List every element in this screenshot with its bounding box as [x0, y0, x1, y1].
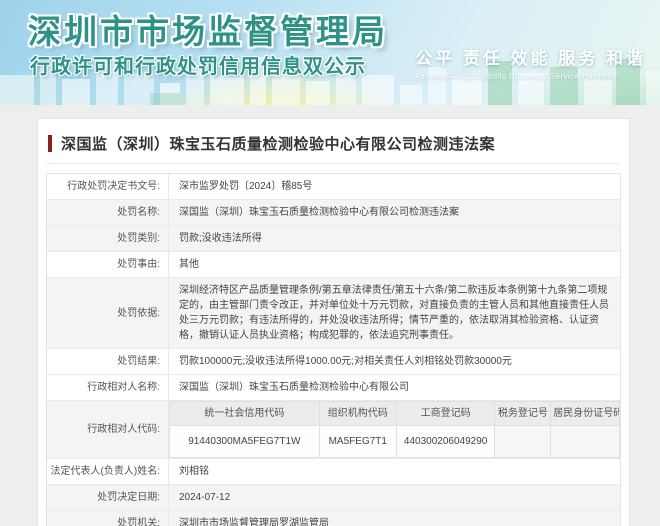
row-label: 处罚决定日期:	[47, 485, 169, 510]
content-card: 深国监（深圳）珠宝玉石质量检测检验中心有限公司检测违法案 行政处罚决定书文号:深…	[37, 118, 630, 526]
codes-header: 税务登记号	[495, 402, 551, 426]
row-value: 刘相铭	[169, 459, 620, 484]
codes-header: 工商登记码	[396, 402, 495, 426]
table-row: 处罚名称:深国监（深圳）珠宝玉石质量检测检验中心有限公司检测违法案	[47, 200, 620, 226]
case-title-row: 深国监（深圳）珠宝玉石质量检测检验中心有限公司检测违法案	[46, 125, 621, 164]
codes-table: 统一社会信用代码组织机构代码工商登记码税务登记号居民身份证号码 91440300M…	[169, 401, 620, 458]
row-label: 行政相对人代码:	[47, 401, 169, 458]
penalty-table: 行政处罚决定书文号:深市监罗处罚〔2024〕稽85号处罚名称:深国监（深圳）珠宝…	[46, 173, 621, 526]
table-row: 处罚类别:罚款;没收违法所得	[47, 226, 620, 252]
page-title: 深国监（深圳）珠宝玉石质量检测检验中心有限公司检测违法案	[61, 133, 495, 154]
red-accent-bar	[48, 135, 52, 152]
codes-header: 统一社会信用代码	[170, 402, 320, 426]
site-banner: 深圳市市场监督管理局 行政许可和行政处罚信用信息双公示 公平 责任 效能 服务 …	[0, 0, 660, 105]
table-row: 处罚事由:其他	[47, 252, 620, 278]
table-row: 处罚依据:深圳经济特区产品质量管理条例/第五章法律责任/第五十六条/第二款违反本…	[47, 278, 620, 349]
row-label: 处罚机关:	[47, 511, 169, 526]
row-value: 2024-07-12	[169, 485, 620, 510]
codes-value	[551, 426, 620, 458]
codes-header: 组织机构代码	[319, 402, 396, 426]
row-label: 处罚依据:	[47, 278, 169, 348]
codes-header: 居民身份证号码	[551, 402, 620, 426]
row-label: 行政相对人名称:	[47, 375, 169, 400]
row-value: 深国监（深圳）珠宝玉石质量检测检验中心有限公司检测违法案	[169, 200, 620, 225]
codes-value	[495, 426, 551, 458]
table-row: 行政相对人代码:统一社会信用代码组织机构代码工商登记码税务登记号居民身份证号码 9…	[47, 401, 620, 459]
row-value: 其他	[169, 252, 620, 277]
row-value: 罚款;没收违法所得	[169, 226, 620, 251]
row-label: 行政处罚决定书文号:	[47, 174, 169, 199]
row-value: 深圳经济特区产品质量管理条例/第五章法律责任/第五十六条/第二款违反本条例第十九…	[169, 278, 620, 348]
table-row: 处罚机关:深圳市市场监督管理局罗湖监管局	[47, 511, 620, 526]
row-value: 深国监（深圳）珠宝玉石质量检测检验中心有限公司	[169, 375, 620, 400]
row-label: 处罚类别:	[47, 226, 169, 251]
slogan-chinese: 公平 责任 效能 服务 和谐	[415, 44, 646, 69]
codes-value: MA5FEG7T1	[319, 426, 396, 458]
row-label: 法定代表人(负责人)姓名:	[47, 459, 169, 484]
row-label: 处罚结果:	[47, 349, 169, 374]
table-row: 处罚结果:罚款100000元;没收违法所得1000.00元;对相关责任人刘相铭处…	[47, 349, 620, 375]
slogan-english: Fairness Responsibility Efficiency Servi…	[415, 72, 646, 81]
table-row: 行政相对人名称:深国监（深圳）珠宝玉石质量检测检验中心有限公司	[47, 375, 620, 401]
row-value: 深市监罗处罚〔2024〕稽85号	[169, 174, 620, 199]
row-value: 罚款100000元;没收违法所得1000.00元;对相关责任人刘相铭处罚款300…	[169, 349, 620, 374]
table-row: 处罚决定日期:2024-07-12	[47, 485, 620, 511]
codes-value: 440300206049290	[396, 426, 495, 458]
row-label: 处罚事由:	[47, 252, 169, 277]
banner-subtitle: 行政许可和行政处罚信用信息双公示	[30, 50, 366, 79]
table-row: 行政处罚决定书文号:深市监罗处罚〔2024〕稽85号	[47, 174, 620, 200]
agency-title: 深圳市市场监督管理局	[28, 5, 388, 53]
row-value: 深圳市市场监督管理局罗湖监管局	[169, 511, 620, 526]
codes-value: 91440300MA5FEG7T1W	[170, 426, 320, 458]
codes-cell: 统一社会信用代码组织机构代码工商登记码税务登记号居民身份证号码 91440300M…	[169, 401, 620, 458]
table-row: 法定代表人(负责人)姓名:刘相铭	[47, 459, 620, 485]
row-label: 处罚名称:	[47, 200, 169, 225]
banner-slogan: 公平 责任 效能 服务 和谐 Fairness Responsibility E…	[415, 44, 646, 81]
